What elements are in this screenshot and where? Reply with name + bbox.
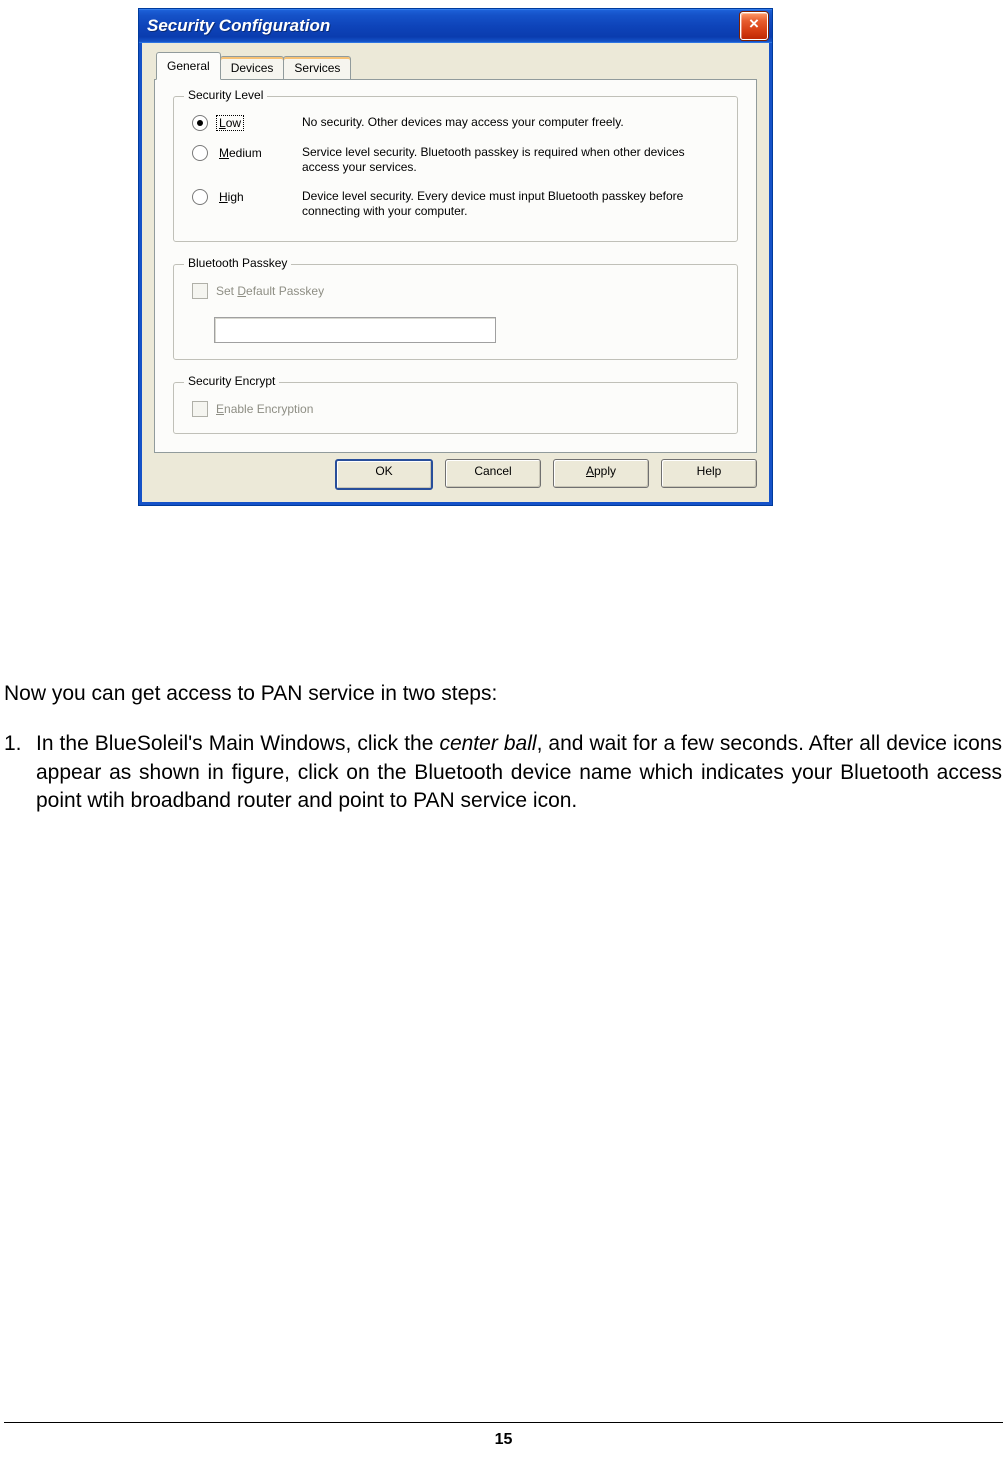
radio-high-desc: Device level security. Every device must… xyxy=(302,189,719,219)
radio-low[interactable] xyxy=(192,115,208,131)
tab-general[interactable]: General xyxy=(156,52,221,80)
passkey-input xyxy=(214,317,496,343)
ok-button[interactable]: OK xyxy=(335,459,433,490)
titlebar: Security Configuration × xyxy=(139,9,772,43)
checkbox-enable-encryption xyxy=(192,401,208,417)
doc-intro: Now you can get access to PAN service in… xyxy=(4,680,1002,708)
tab-panel-general: Security Level Low No security. Other de… xyxy=(154,79,757,453)
radio-high-label: High xyxy=(216,189,247,205)
enable-encryption-checkbox: Enable Encryption xyxy=(192,401,719,417)
apply-button[interactable]: Apply xyxy=(553,459,649,488)
radio-low-label: Low xyxy=(216,115,244,131)
footer-rule xyxy=(4,1422,1003,1423)
page-footer: 15 xyxy=(0,1422,1007,1449)
checkbox-default-passkey-label: Set Default Passkey xyxy=(216,284,324,298)
radio-low-desc: No security. Other devices may access yo… xyxy=(302,115,719,130)
page-number: 15 xyxy=(0,1431,1007,1449)
dialog-button-row: OK Cancel Apply Help xyxy=(154,459,757,490)
doc-step-1: 1. In the BlueSoleil's Main Windows, cli… xyxy=(4,730,1002,815)
radio-high[interactable] xyxy=(192,189,208,205)
radio-medium-label: Medium xyxy=(216,145,265,161)
group-title-passkey: Bluetooth Passkey xyxy=(184,256,291,270)
document-body: Now you can get access to PAN service in… xyxy=(4,680,1002,815)
radio-medium[interactable] xyxy=(192,145,208,161)
checkbox-enable-encryption-label: Enable Encryption xyxy=(216,402,313,416)
security-level-option-medium[interactable]: Medium Service level security. Bluetooth… xyxy=(192,145,719,175)
checkbox-default-passkey xyxy=(192,283,208,299)
cancel-button[interactable]: Cancel xyxy=(445,459,541,488)
set-default-passkey-checkbox: Set Default Passkey xyxy=(192,283,719,299)
security-configuration-dialog: Security Configuration × General Devices… xyxy=(138,8,773,506)
doc-step-1-body: In the BlueSoleil's Main Windows, click … xyxy=(36,730,1002,815)
group-title-security-level: Security Level xyxy=(184,88,267,102)
security-level-option-low[interactable]: Low No security. Other devices may acces… xyxy=(192,115,719,131)
window-title: Security Configuration xyxy=(147,16,330,36)
doc-step-list: 1. In the BlueSoleil's Main Windows, cli… xyxy=(4,730,1002,815)
group-bluetooth-passkey: Bluetooth Passkey Set Default Passkey xyxy=(173,264,738,360)
group-security-level: Security Level Low No security. Other de… xyxy=(173,96,738,242)
group-title-encrypt: Security Encrypt xyxy=(184,374,279,388)
help-button[interactable]: Help xyxy=(661,459,757,488)
security-level-option-high[interactable]: High Device level security. Every device… xyxy=(192,189,719,219)
doc-step-1-number: 1. xyxy=(4,730,36,815)
group-security-encrypt: Security Encrypt Enable Encryption xyxy=(173,382,738,434)
dialog-body: General Devices Services Security Level … xyxy=(139,43,772,505)
tab-devices[interactable]: Devices xyxy=(220,56,285,79)
tab-services[interactable]: Services xyxy=(283,56,351,79)
radio-medium-desc: Service level security. Bluetooth passke… xyxy=(302,145,719,175)
tab-strip: General Devices Services xyxy=(156,53,757,79)
close-icon[interactable]: × xyxy=(740,12,768,40)
